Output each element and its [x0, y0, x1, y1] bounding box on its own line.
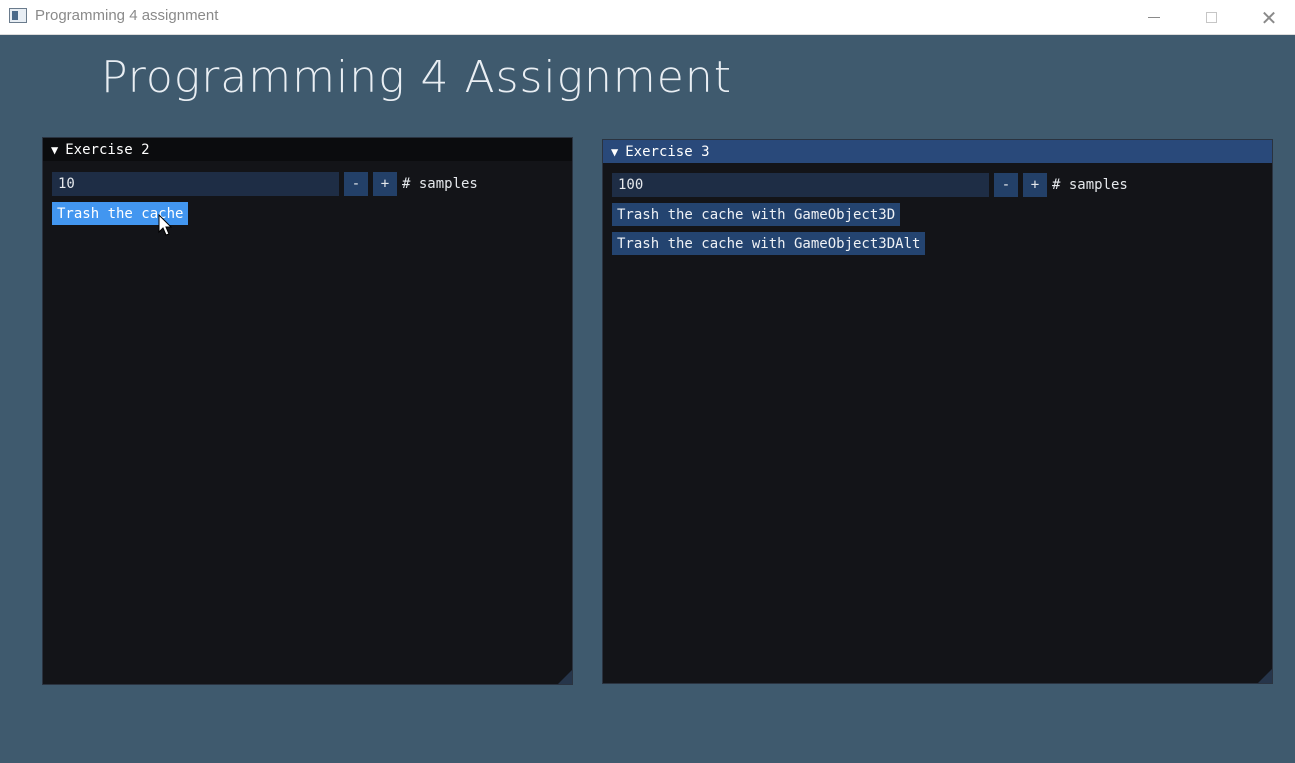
maximize-button[interactable]	[1182, 0, 1240, 35]
app-heading: Programming 4 Assignment	[101, 52, 732, 103]
resize-grip[interactable]	[1258, 669, 1272, 683]
maximize-icon	[1205, 12, 1217, 23]
exercise-2-header[interactable]: ▼ Exercise 2	[43, 138, 572, 161]
exercise-2-samples-input[interactable]: 10	[52, 172, 339, 196]
close-button[interactable]: ✕	[1240, 0, 1295, 35]
collapse-triangle-icon[interactable]: ▼	[51, 143, 58, 157]
exercise-2-samples-label: # samples	[402, 176, 478, 192]
exercise-3-header[interactable]: ▼ Exercise 3	[603, 140, 1272, 163]
minimize-icon	[1148, 17, 1160, 18]
exercise-3-window: ▼ Exercise 3 100 - + # samples Trash the…	[602, 139, 1273, 684]
trash-cache-gameobject3d-button[interactable]: Trash the cache with GameObject3D	[612, 203, 901, 226]
exercise-2-samples-row: 10 - + # samples	[52, 172, 478, 196]
close-icon: ✕	[1260, 5, 1278, 30]
exercise-2-title: Exercise 2	[65, 141, 150, 158]
exercise-3-samples-label: # samples	[1052, 177, 1128, 193]
collapse-triangle-icon[interactable]: ▼	[611, 145, 618, 159]
exercise-2-window: ▼ Exercise 2 10 - + # samples Trash the …	[42, 137, 573, 685]
exercise-2-decrement-button[interactable]: -	[344, 172, 368, 196]
exercise-3-samples-row: 100 - + # samples	[612, 173, 1128, 197]
window-titlebar: Programming 4 assignment ✕	[0, 0, 1295, 35]
mouse-cursor-icon	[158, 214, 173, 236]
exercise-3-samples-input[interactable]: 100	[612, 173, 989, 197]
minimize-button[interactable]	[1125, 0, 1183, 35]
exercise-3-increment-button[interactable]: +	[1023, 173, 1047, 197]
exercise-3-decrement-button[interactable]: -	[994, 173, 1018, 197]
app-icon	[9, 8, 27, 23]
window-title: Programming 4 assignment	[35, 7, 219, 24]
exercise-2-increment-button[interactable]: +	[373, 172, 397, 196]
resize-grip[interactable]	[558, 670, 572, 684]
exercise-3-title: Exercise 3	[625, 143, 710, 160]
trash-cache-gameobject3dalt-button[interactable]: Trash the cache with GameObject3DAlt	[612, 232, 926, 255]
